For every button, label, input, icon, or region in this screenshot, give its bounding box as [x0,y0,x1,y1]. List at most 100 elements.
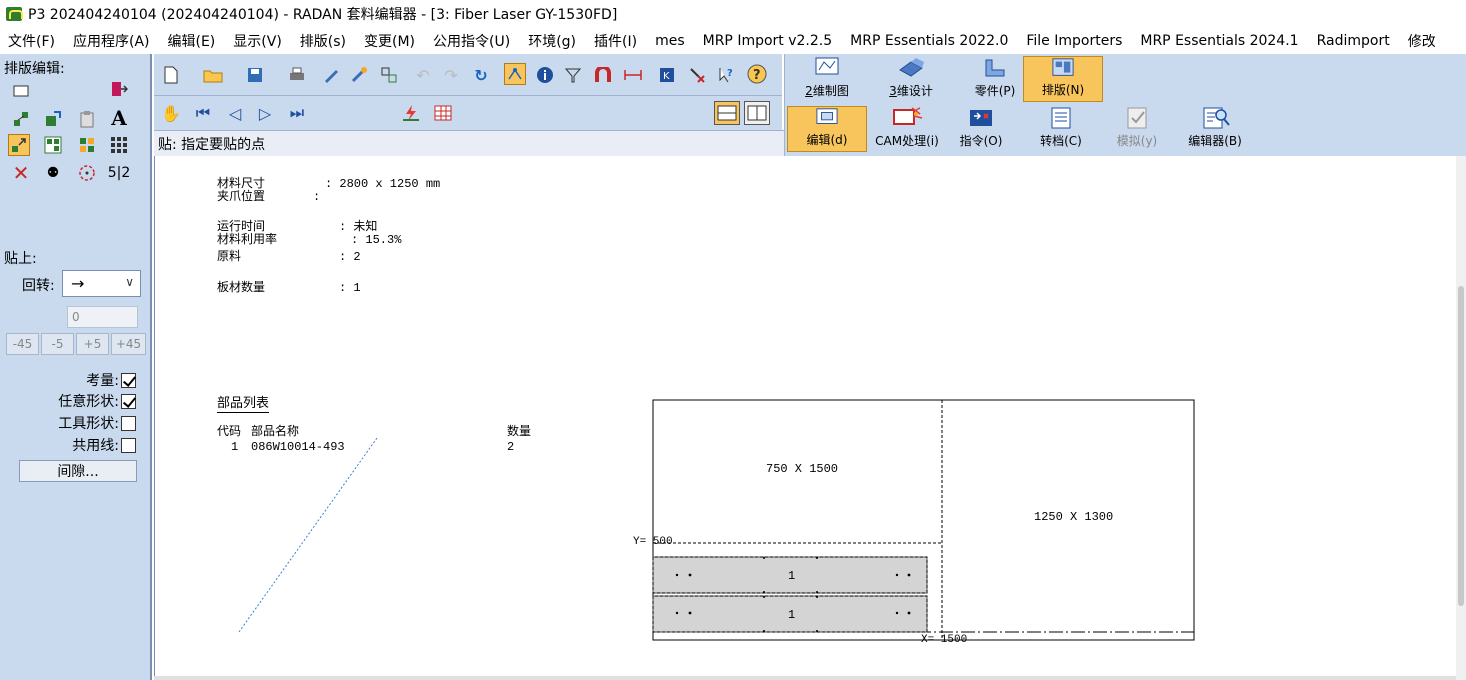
prompt-text: 贴: 指定要贴的点 [158,136,266,153]
main-toolbar: ↶ ↷ ↻ K ? ? [154,54,782,96]
gap-button[interactable]: 间隙... [19,460,137,482]
tool-shape-checkbox-row[interactable]: 工具形状: [58,414,136,432]
rotate-plus-45-button[interactable]: +45 [111,333,146,355]
move-part-icon[interactable] [10,108,32,130]
rotate-select[interactable]: → ∨ [62,270,141,297]
menu-modify[interactable]: 变更(M) [364,31,415,51]
menu-mes[interactable]: mes [655,33,685,49]
mode-nest-button[interactable]: 排版(N) [1023,56,1103,102]
clipboard-icon[interactable] [76,108,98,130]
editor-button[interactable]: 编辑器(B) [1175,106,1255,152]
mode-3d-design-label: 3维设计 [889,84,933,98]
common-line-checkbox[interactable] [121,437,136,453]
refresh-icon[interactable]: ↻ [470,64,492,86]
number-parts-icon[interactable]: 5|2 [108,162,131,184]
vertical-scrollbar-thumb[interactable] [1458,286,1464,606]
rotate-plus-5-button[interactable]: +5 [76,333,109,355]
whats-this-icon[interactable]: ? [716,64,738,86]
new-file-icon[interactable] [160,64,182,86]
split-horizontal-icon[interactable] [714,101,740,125]
radan-window: P3 202404240104 (202404240104) - RADAN 套… [0,0,1466,680]
angle-input[interactable]: 0 [67,306,138,328]
tool-shape-label: 工具形状: [58,416,119,432]
menu-mrp-import[interactable]: MRP Import v2.2.5 [703,33,833,49]
text-tool-icon[interactable]: A [108,106,130,130]
array-nest-icon[interactable] [76,134,98,156]
commands-button[interactable]: 指令(O) [941,106,1021,152]
pan-hand-icon[interactable]: ✋ [160,102,182,124]
save-icon[interactable] [244,64,266,86]
print-icon[interactable] [286,64,308,86]
menu-mrp-essentials-2022[interactable]: MRP Essentials 2022.0 [850,33,1008,49]
arbitrary-shape-checkbox[interactable] [121,393,136,409]
simulate-button[interactable]: 模拟(y) [1097,106,1177,152]
common-line-checkbox-row[interactable]: 共用线: [72,436,136,454]
paste-part-icon[interactable] [8,134,30,156]
first-record-icon[interactable]: ⏮ [192,102,214,124]
split-vertical-icon[interactable] [744,101,770,125]
swap-parts-icon[interactable]: ⚉ [42,162,64,184]
exit-door-icon[interactable] [108,78,130,100]
dotted-guide-line [238,437,378,633]
rotate-minus-45-button[interactable]: -45 [6,333,39,355]
menu-environment[interactable]: 环境(g) [528,31,576,51]
menu-file-importers[interactable]: File Importers [1026,33,1122,49]
menu-mrp-essentials-2024[interactable]: MRP Essentials 2024.1 [1140,33,1298,49]
select-rectangle-icon[interactable] [10,80,32,102]
menu-modify-extra[interactable]: 修改 [1408,31,1436,51]
table-grid-icon[interactable] [432,102,454,124]
snap-node-icon[interactable] [504,63,526,85]
part-label: 1 [788,608,795,622]
grid-nest-icon[interactable] [42,134,64,156]
mode-2d-drawing-button[interactable]: 2维制图 [787,56,867,102]
nested-part[interactable]: 1 [652,556,928,594]
consider-checkbox[interactable] [121,372,136,388]
menu-bar: 文件(F) 应用程序(A) 编辑(E) 显示(V) 排版(s) 变更(M) 公用… [0,28,1466,54]
menu-utilities[interactable]: 公用指令(U) [433,31,510,51]
lightning-edit-icon[interactable] [400,102,422,124]
undo-icon[interactable]: ↶ [412,64,434,86]
rotate-minus-5-button[interactable]: -5 [41,333,74,355]
delete-cross-icon[interactable]: ✕ [10,161,32,185]
menu-nesting[interactable]: 排版(s) [300,31,346,51]
part-label: 1 [788,569,795,583]
magnet-icon[interactable] [592,64,614,86]
pencil-icon[interactable] [320,64,342,86]
window-title: P3 202404240104 (202404240104) - RADAN 套… [28,7,618,23]
consider-checkbox-row[interactable]: 考量: [86,371,136,389]
filter-icon[interactable] [562,64,584,86]
rotate-part-icon[interactable] [76,162,98,184]
cam-process-button[interactable]: CAM处理(i) [867,106,947,152]
copy-part-icon[interactable] [42,108,64,130]
menu-radimport[interactable]: Radimport [1317,33,1390,49]
menu-edit[interactable]: 编辑(E) [168,31,216,51]
edit-button[interactable]: 编辑(d) [787,106,867,152]
transfer-icon[interactable] [378,64,400,86]
tool-shape-checkbox[interactable] [121,415,136,431]
redo-icon[interactable]: ↷ [440,64,462,86]
vertical-scrollbar[interactable] [1456,156,1466,680]
rotate-select-value: → [71,274,85,293]
dimension-icon[interactable] [622,64,644,86]
block-grid-icon[interactable] [108,134,130,156]
help-icon[interactable]: ? [746,63,768,85]
mode-3d-design-button[interactable]: 3维设计 [871,56,951,102]
menu-plugins[interactable]: 插件(I) [594,31,637,51]
k-tool-icon[interactable]: K [656,64,678,86]
svg-text:?: ? [727,68,733,79]
mode-2d-drawing-label: 2维制图 [805,84,849,98]
next-record-icon[interactable]: ▷ [254,102,276,124]
nest-report-canvas[interactable]: ━━━━━ ━━ ━ ━━ 材料尺寸 : 2800 x 1250 mm 夹爪位置… [154,156,1456,676]
menu-file[interactable]: 文件(F) [8,31,55,51]
open-folder-icon[interactable] [202,64,224,86]
arbitrary-shape-checkbox-row[interactable]: 任意形状: [58,392,136,410]
measure-pen-icon[interactable] [348,64,370,86]
menu-view[interactable]: 显示(V) [233,31,282,51]
delete-tool-icon[interactable] [686,64,708,86]
previous-record-icon[interactable]: ◁ [224,102,246,124]
info-icon[interactable] [534,64,556,86]
menu-application[interactable]: 应用程序(A) [73,31,150,51]
last-record-icon[interactable]: ⏭ [286,102,308,124]
nested-part[interactable]: 1 [652,595,928,633]
convert-button[interactable]: 转档(C) [1021,106,1101,152]
